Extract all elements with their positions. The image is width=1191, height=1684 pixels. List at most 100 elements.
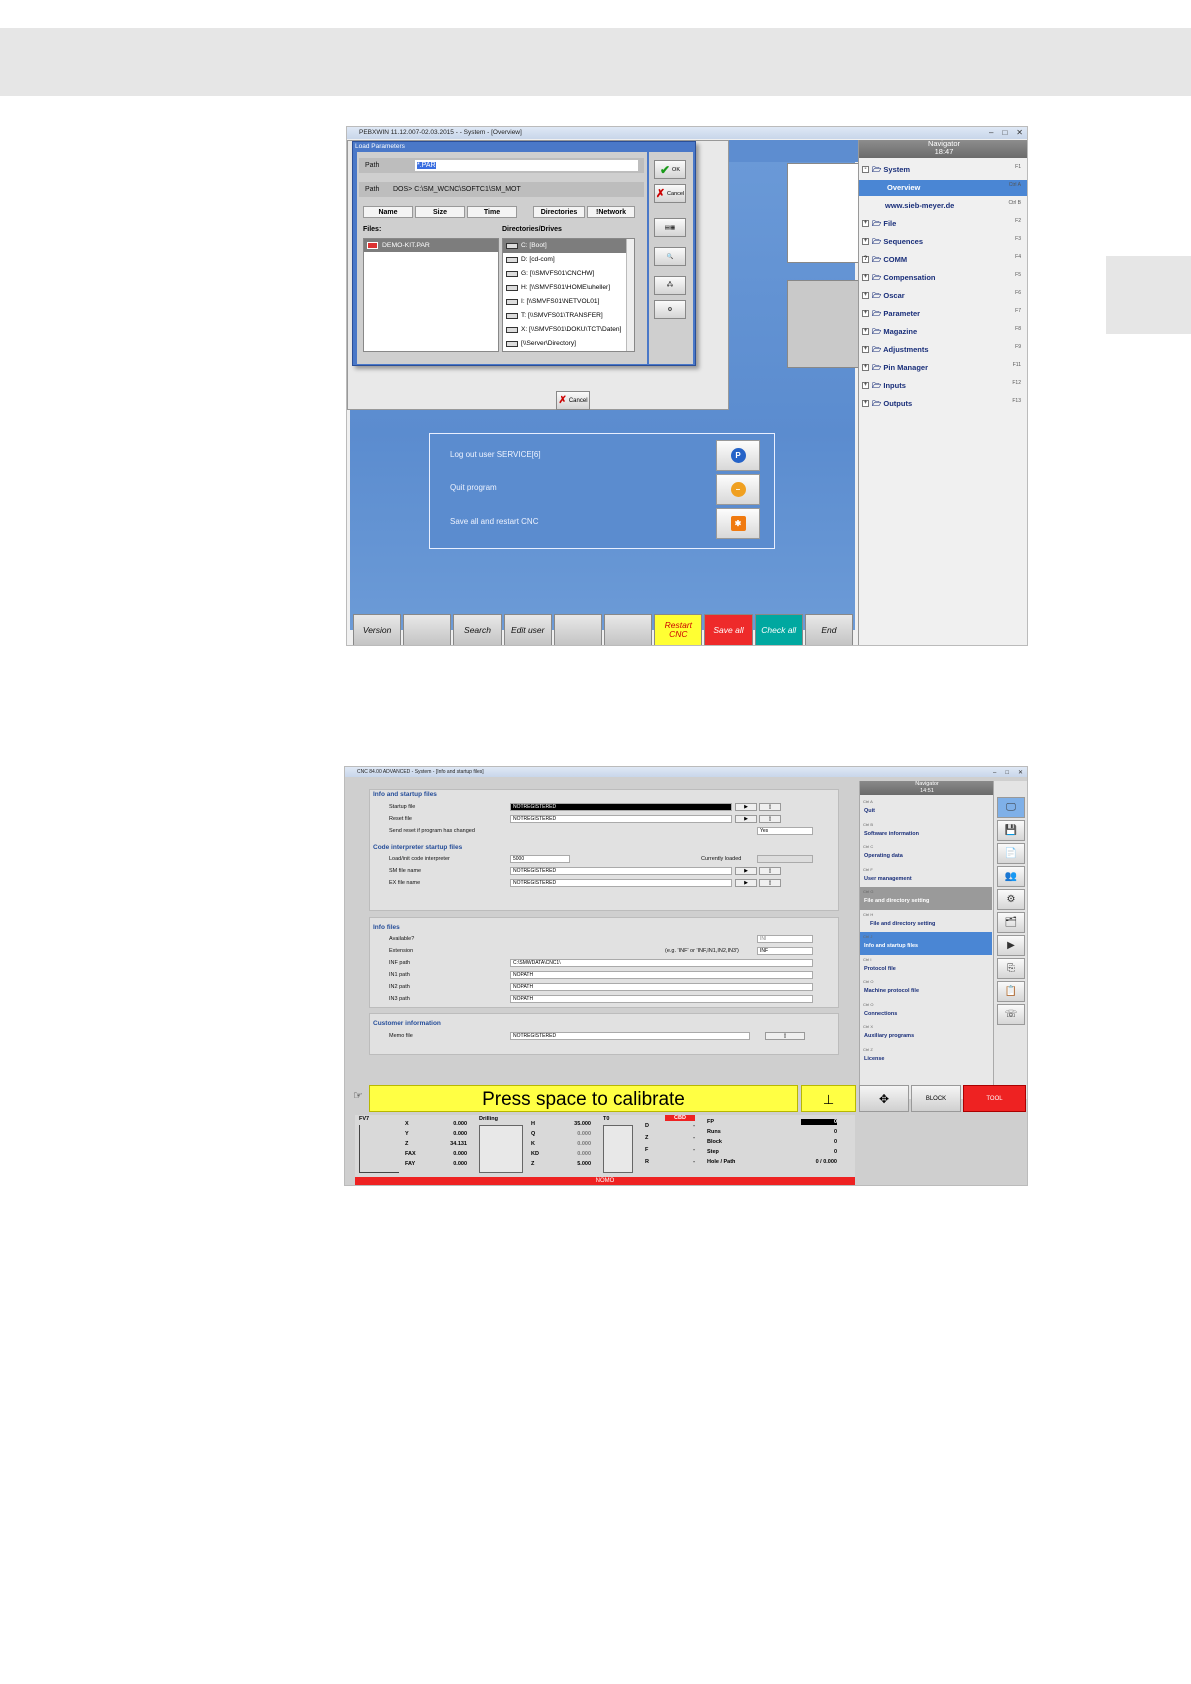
nav-item[interactable]: + 🗁 Outputs F13 [859,396,1027,412]
expand-icon[interactable]: + [862,346,869,353]
memo-file-field[interactable]: NOTREGISTERED [510,1032,750,1040]
expand-icon[interactable]: + [862,382,869,389]
in1-path-field[interactable]: NOPATH [510,971,813,979]
expand-icon[interactable]: + [862,238,869,245]
connection-icon[interactable]: ☏ [997,1004,1025,1025]
nav-item[interactable]: Ctrl H File and directory setting [860,910,992,933]
col-size[interactable]: Size [415,206,465,218]
protocol-icon[interactable]: ⎘ [997,958,1025,979]
nav-item[interactable]: + 🗁 Compensation F5 [859,270,1027,286]
col-name[interactable]: Name [363,206,413,218]
expand-icon[interactable]: + [862,328,869,335]
fkey-button-4[interactable]: Edit user [503,614,552,645]
nav-item[interactable]: + 🗁 File F2 [859,216,1027,232]
play-icon[interactable]: ▶ [997,935,1025,956]
list-item[interactable]: T: [\\SMVFS01\TRANSFER] [503,309,634,323]
nav-item[interactable]: Ctrl A Quit [860,797,992,820]
minimize-icon[interactable]: – [993,768,996,778]
available-select[interactable]: INI [757,935,813,943]
tools-button[interactable]: ⚙ [654,300,686,319]
list-item[interactable]: DEMO-KIT.PAR [364,239,498,252]
col-directories[interactable]: Directories [533,206,585,218]
nav-item[interactable]: + 🗁 Oscar F6 [859,288,1027,304]
path-input[interactable]: *.PAR [415,160,638,171]
list-item[interactable]: C: [Boot] [503,239,634,253]
nav-item[interactable]: + 🗁 Magazine F8 [859,324,1027,340]
list-item[interactable]: H: [\\SMVFS01\HOME\uheller] [503,281,634,295]
settings-icon[interactable]: ⚙ [997,889,1025,910]
list-item[interactable]: G: [\\SMVFS01\CNCHW] [503,267,634,281]
nav-item[interactable]: Ctrl I Protocol file [860,955,992,978]
nav-item[interactable]: www.sieb-meyer.de Ctrl B [859,198,1027,214]
fkey-button-2[interactable] [403,614,452,645]
play-button[interactable]: ▶ [735,803,757,811]
expand-icon[interactable]: + [862,364,869,371]
nav-item[interactable]: Overview Ctrl A [859,180,1027,196]
expand-icon[interactable]: + [862,274,869,281]
document-icon[interactable]: 📄 [997,843,1025,864]
nav-item[interactable]: + 🗁 Pin Manager F11 [859,360,1027,376]
search-button[interactable]: 🔍 [654,247,686,266]
save-icon[interactable]: 💾 [997,820,1025,841]
sm-file-field[interactable]: NOTREGISTERED [510,867,732,875]
maximize-icon[interactable]: □ [1005,768,1009,778]
nav-item[interactable]: + 🗁 Sequences F3 [859,234,1027,250]
nav-item[interactable]: Ctrl Z License [860,1045,992,1068]
view-mode-button[interactable]: ▤▦ [654,218,686,237]
probe-button[interactable]: ⊥ [801,1085,856,1112]
save-restart-button[interactable]: ✱ [716,508,760,539]
block-button[interactable]: BLOCK [911,1085,961,1112]
nav-item[interactable]: Ctrl G File and directory setting [860,887,992,910]
expand-icon[interactable]: + [862,292,869,299]
scrollbar[interactable] [626,239,634,351]
move-button[interactable]: ✥ [859,1085,909,1112]
ok-button[interactable]: ✔ OK [654,160,686,179]
nav-item[interactable]: - 🗁 System F1 [859,162,1027,178]
fkey-button-6[interactable] [604,614,653,645]
in3-path-field[interactable]: NOPATH [510,995,813,1003]
monitor-icon[interactable]: 🖵 [997,797,1025,818]
play-button[interactable]: ▶ [735,867,757,875]
reset-file-field[interactable]: NOTREGISTERED [510,815,732,823]
extension-field[interactable]: INF [757,947,813,955]
folder-settings-icon[interactable]: 🗂 [997,912,1025,933]
expand-icon[interactable]: - [862,166,869,173]
play-button[interactable]: ▶ [735,815,757,823]
file-icon[interactable]: ▯ [759,815,781,823]
fkey-button-5[interactable] [553,614,603,645]
quit-button[interactable]: – [716,474,760,505]
ex-file-field[interactable]: NOTREGISTERED [510,879,732,887]
fkey-button-1[interactable]: Version [353,614,402,645]
nav-item[interactable]: Ctrl B Software information [860,820,992,843]
fkey-button-3[interactable]: Search [453,614,502,645]
expand-icon[interactable]: + [862,400,869,407]
in2-path-field[interactable]: NOPATH [510,983,813,991]
nav-item[interactable]: Ctrl F User management [860,865,992,888]
minimize-icon[interactable]: – [989,128,993,138]
nav-item[interactable]: ? 🗁 COMM F4 [859,252,1027,268]
cancel-button[interactable]: ✗ Cancel [654,184,686,203]
list-item[interactable]: D: [cd-com] [503,253,634,267]
users-icon[interactable]: 👥 [997,866,1025,887]
fkey-button-7[interactable]: Restart CNC [654,614,703,645]
expand-icon[interactable]: + [862,310,869,317]
nav-item[interactable]: Ctrl X Auxiliary programs [860,1022,992,1045]
fkey-button-10[interactable]: End [804,614,854,645]
close-icon[interactable]: ✕ [1016,128,1023,138]
close-icon[interactable]: ✕ [1018,768,1023,778]
fkey-button-8[interactable]: Save all [704,614,753,645]
col-time[interactable]: Time [467,206,517,218]
send-reset-select[interactable]: Yes [757,827,813,835]
expand-icon[interactable]: + [862,220,869,227]
startup-file-field[interactable]: NOTREGISTERED [510,803,732,811]
nav-item[interactable]: Ctrl O Machine protocol file [860,977,992,1000]
inf-path-field[interactable]: C:\SMWDATA\CNC1\ [510,959,813,967]
machine-protocol-icon[interactable]: 📋 [997,981,1025,1002]
list-item[interactable]: X: [\\SMVFS01\DOKU\TCT\Daten] [503,323,634,337]
expand-icon[interactable]: ? [862,256,869,263]
nav-item[interactable]: + 🗁 Inputs F12 [859,378,1027,394]
file-icon[interactable]: ▯ [765,1032,805,1040]
logout-button[interactable]: P [716,440,760,471]
file-icon[interactable]: ▯ [759,879,781,887]
list-item[interactable]: I: [\\SMVFS01\NETVOL01] [503,295,634,309]
